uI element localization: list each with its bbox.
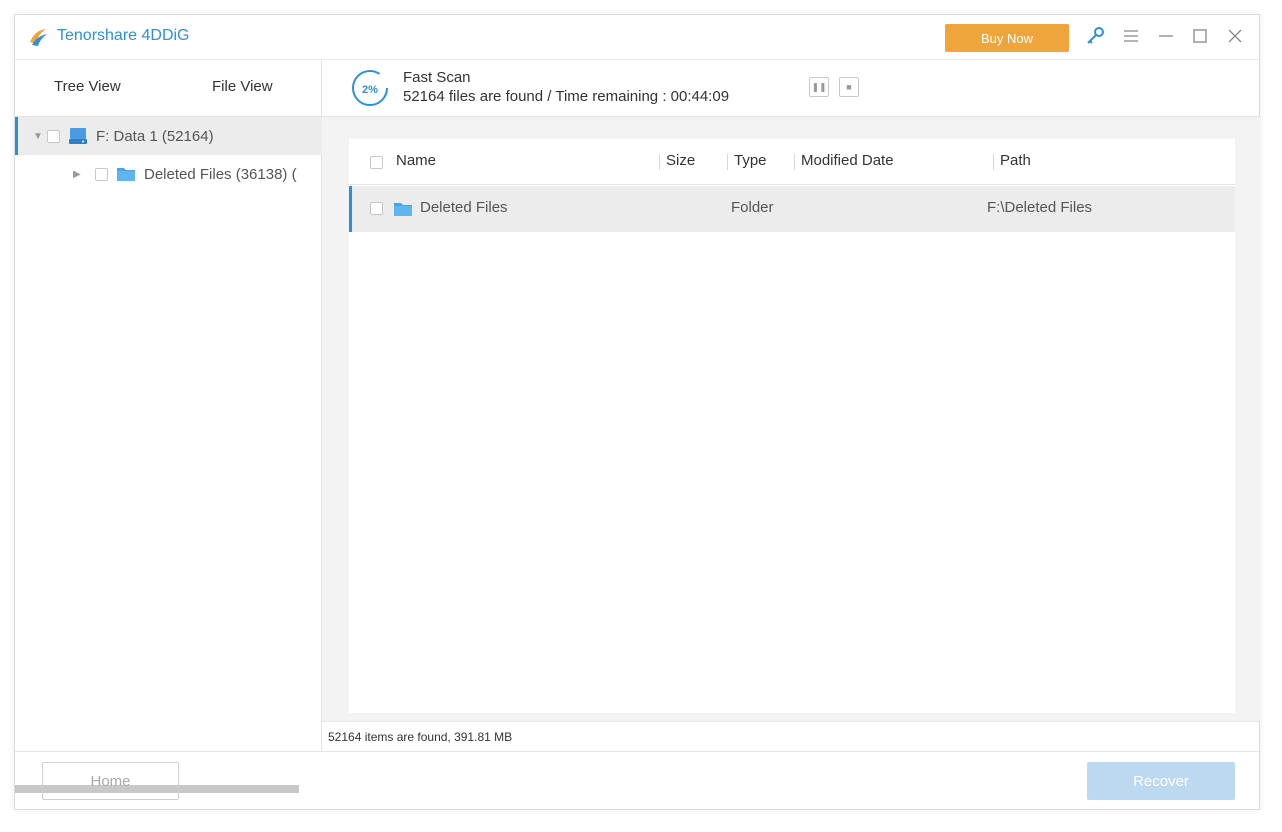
- folder-icon: [117, 168, 135, 181]
- title-bar: Tenorshare 4DDiG Buy Now: [15, 15, 1259, 59]
- cell-type: Folder: [731, 199, 774, 216]
- scan-status-text: 52164 files are found / Time remaining :…: [403, 88, 730, 105]
- col-path[interactable]: Path: [1000, 152, 1031, 169]
- col-separator: [727, 154, 728, 170]
- buy-now-button[interactable]: Buy Now: [945, 24, 1069, 52]
- col-separator: [794, 154, 795, 170]
- folder-icon: [394, 203, 412, 216]
- close-icon[interactable]: [1225, 26, 1245, 46]
- pause-icon: ❚❚: [811, 81, 827, 92]
- left-panel: Tree View File View ▼ F: Data 1 (52164) …: [15, 59, 322, 793]
- cell-path: F:\Deleted Files: [987, 199, 1093, 216]
- home-button[interactable]: Home: [42, 762, 179, 800]
- drive-icon: [69, 128, 87, 144]
- recover-button[interactable]: Recover: [1087, 762, 1235, 800]
- cell-name: Deleted Files: [420, 199, 508, 216]
- scan-status-bar: 2% Fast Scan 52164 files are found / Tim…: [322, 59, 1261, 117]
- select-all-checkbox[interactable]: [370, 156, 383, 169]
- view-tabs: Tree View File View: [15, 59, 322, 117]
- scan-title: Fast Scan: [403, 69, 471, 86]
- key-icon[interactable]: [1085, 26, 1105, 46]
- stop-button[interactable]: ■: [839, 77, 859, 97]
- logo-icon: [30, 29, 47, 46]
- tree-item-drive[interactable]: ▼ F: Data 1 (52164): [15, 117, 322, 155]
- table-row[interactable]: Deleted Files Folder F:\Deleted Files: [349, 186, 1235, 232]
- expand-right-icon[interactable]: ▶: [73, 169, 87, 180]
- col-separator: [659, 154, 660, 170]
- progress-percent: 2%: [362, 84, 378, 96]
- tree-item-label: Deleted Files (36138) (: [144, 165, 297, 183]
- pause-button[interactable]: ❚❚: [809, 77, 829, 97]
- file-table: Name Size Type Modified Date Path Delete…: [349, 139, 1235, 713]
- col-type[interactable]: Type: [734, 152, 767, 169]
- maximize-icon[interactable]: [1190, 26, 1210, 46]
- tab-tree-view[interactable]: Tree View: [54, 78, 121, 95]
- col-size[interactable]: Size: [666, 152, 695, 169]
- menu-icon[interactable]: [1121, 26, 1141, 46]
- app-window: Tenorshare 4DDiG Buy Now Tree View File …: [14, 14, 1261, 811]
- expand-down-icon[interactable]: ▼: [33, 131, 47, 142]
- checkbox[interactable]: [95, 167, 108, 181]
- tree-item-label: F: Data 1 (52164): [96, 127, 214, 145]
- col-modified-date[interactable]: Modified Date: [801, 152, 894, 169]
- minimize-icon[interactable]: [1156, 26, 1176, 46]
- progress-ring: 2%: [352, 70, 388, 106]
- col-separator: [993, 154, 994, 170]
- col-name[interactable]: Name: [396, 152, 436, 169]
- tree-item-deleted-files[interactable]: ▶ Deleted Files (36138) (: [15, 155, 322, 193]
- summary-text: 52164 items are found, 391.81 MB: [322, 721, 1261, 751]
- checkbox[interactable]: [47, 129, 60, 143]
- table-header: Name Size Type Modified Date Path: [349, 139, 1235, 185]
- bottom-bar: Home Recover: [15, 751, 1261, 811]
- stop-icon: ■: [846, 82, 852, 92]
- row-checkbox[interactable]: [370, 202, 383, 215]
- app-title: Tenorshare 4DDiG: [57, 27, 190, 44]
- tab-file-view[interactable]: File View: [212, 78, 273, 95]
- main-panel: 2% Fast Scan 52164 files are found / Tim…: [322, 59, 1261, 751]
